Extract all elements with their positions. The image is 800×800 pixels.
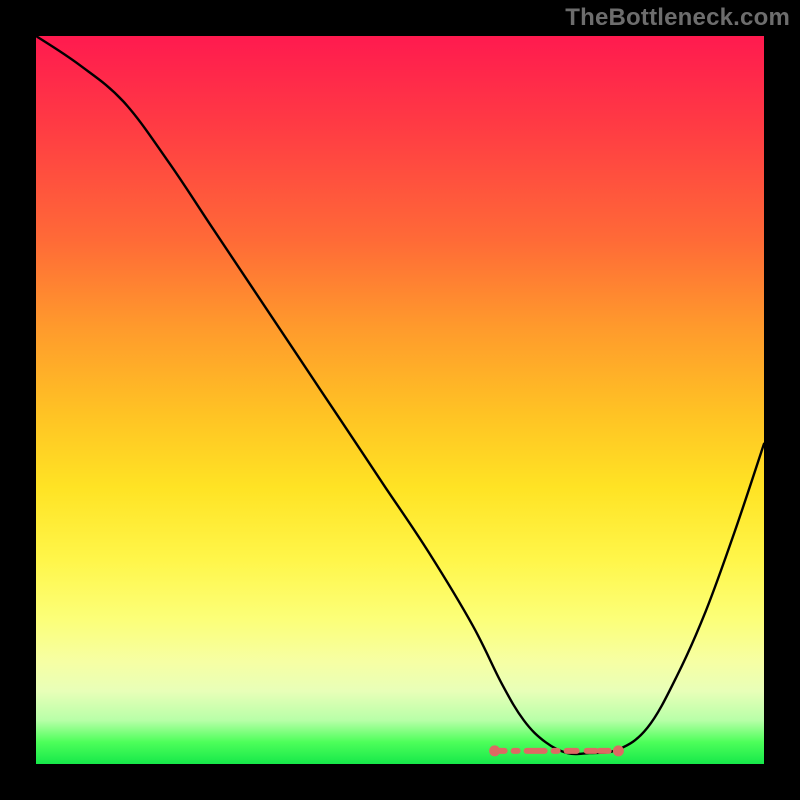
optimal-region-marker — [489, 745, 624, 756]
plot-area — [36, 36, 764, 764]
chart-frame: TheBottleneck.com — [0, 0, 800, 800]
bottleneck-curve — [36, 36, 764, 754]
curve-layer — [36, 36, 764, 764]
watermark-label: TheBottleneck.com — [565, 4, 790, 32]
